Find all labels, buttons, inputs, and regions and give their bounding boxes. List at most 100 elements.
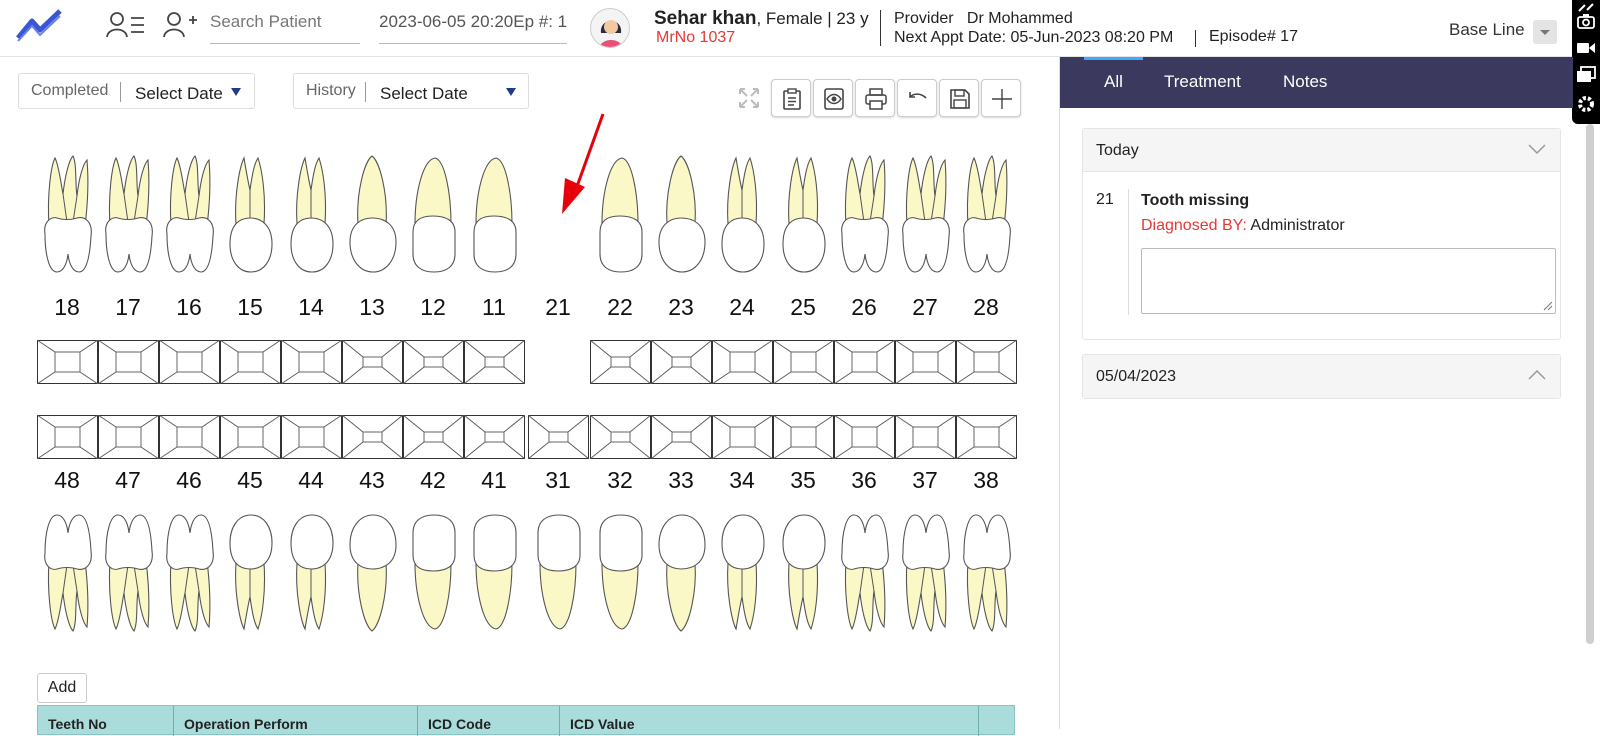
tooth-number-26[interactable]: 26 — [839, 294, 889, 321]
history-date-filter[interactable]: History Select Date — [293, 73, 529, 109]
upper-tooth-25[interactable] — [775, 154, 831, 274]
tooth-number-25[interactable]: 25 — [778, 294, 828, 321]
lower-surface-33[interactable] — [651, 415, 712, 459]
camera-icon[interactable] — [1577, 12, 1595, 30]
caret-down-icon[interactable] — [506, 88, 516, 101]
upper-tooth-23[interactable] — [653, 154, 709, 274]
upper-surface-11[interactable] — [464, 340, 525, 384]
upper-surface-18[interactable] — [37, 340, 98, 384]
column-header-icd-code[interactable]: ICD Code — [418, 706, 560, 736]
upper-surface-28[interactable] — [956, 340, 1017, 384]
completed-date-filter[interactable]: Completed Select Date — [18, 73, 255, 109]
lower-surface-46[interactable] — [159, 415, 220, 459]
tooth-number-15[interactable]: 15 — [225, 294, 275, 321]
upper-tooth-18[interactable] — [39, 154, 95, 274]
upper-tooth-28[interactable] — [958, 154, 1014, 274]
tooth-number-42[interactable]: 42 — [408, 467, 458, 494]
screenshot-icon[interactable] — [1577, 2, 1595, 12]
lower-surface-31[interactable] — [528, 415, 589, 459]
tab-all[interactable]: All — [1104, 72, 1123, 92]
lower-surface-37[interactable] — [895, 415, 956, 459]
tooth-number-14[interactable]: 14 — [286, 294, 336, 321]
lower-tooth-46[interactable] — [161, 513, 217, 633]
tooth-number-47[interactable]: 47 — [103, 467, 153, 494]
episode-field[interactable]: 2023-06-05 20:20Ep #: 1 — [379, 8, 567, 44]
lower-tooth-37[interactable] — [897, 513, 953, 633]
tooth-number-43[interactable]: 43 — [347, 467, 397, 494]
tooth-number-13[interactable]: 13 — [347, 294, 397, 321]
column-header-icd-value[interactable]: ICD Value — [560, 706, 979, 736]
lower-tooth-33[interactable] — [653, 513, 709, 633]
lower-tooth-38[interactable] — [958, 513, 1014, 633]
upper-tooth-11[interactable] — [466, 154, 522, 274]
patient-list-icon[interactable] — [106, 10, 146, 40]
resize-handle-icon[interactable] — [1543, 301, 1553, 311]
tooth-number-45[interactable]: 45 — [225, 467, 275, 494]
upper-surface-25[interactable] — [773, 340, 834, 384]
upper-surface-17[interactable] — [98, 340, 159, 384]
lower-surface-45[interactable] — [220, 415, 281, 459]
view-button[interactable] — [813, 79, 853, 117]
tooth-number-12[interactable]: 12 — [408, 294, 458, 321]
lower-surface-47[interactable] — [98, 415, 159, 459]
tooth-number-21[interactable]: 21 — [533, 294, 583, 321]
settings-gear-icon[interactable] — [1576, 94, 1596, 114]
baseline-dropdown-icon[interactable] — [1533, 20, 1557, 44]
lower-tooth-42[interactable] — [405, 513, 461, 633]
lower-surface-43[interactable] — [342, 415, 403, 459]
upper-surface-14[interactable] — [281, 340, 342, 384]
undo-button[interactable] — [897, 79, 937, 117]
save-button[interactable] — [939, 79, 979, 117]
page-scrollbar[interactable] — [1586, 124, 1594, 644]
today-card-header[interactable]: Today — [1083, 129, 1560, 172]
tooth-number-31[interactable]: 31 — [533, 467, 583, 494]
tooth-number-38[interactable]: 38 — [961, 467, 1011, 494]
upper-tooth-12[interactable] — [405, 154, 461, 274]
upper-surface-22[interactable] — [590, 340, 651, 384]
upper-tooth-13[interactable] — [344, 154, 400, 274]
tooth-number-46[interactable]: 46 — [164, 467, 214, 494]
upper-surface-12[interactable] — [403, 340, 464, 384]
lower-surface-41[interactable] — [464, 415, 525, 459]
upper-surface-15[interactable] — [220, 340, 281, 384]
lower-tooth-41[interactable] — [466, 513, 522, 633]
lower-tooth-32[interactable] — [592, 513, 648, 633]
upper-tooth-16[interactable] — [161, 154, 217, 274]
lower-surface-42[interactable] — [403, 415, 464, 459]
upper-surface-16[interactable] — [159, 340, 220, 384]
upper-surface-27[interactable] — [895, 340, 956, 384]
video-icon[interactable] — [1576, 40, 1596, 56]
expand-icon[interactable] — [738, 87, 760, 109]
tooth-number-23[interactable]: 23 — [656, 294, 706, 321]
windows-icon[interactable] — [1576, 66, 1596, 84]
tooth-number-34[interactable]: 34 — [717, 467, 767, 494]
lower-surface-32[interactable] — [590, 415, 651, 459]
tooth-number-24[interactable]: 24 — [717, 294, 767, 321]
upper-surface-23[interactable] — [651, 340, 712, 384]
tooth-number-35[interactable]: 35 — [778, 467, 828, 494]
upper-tooth-17[interactable] — [100, 154, 156, 274]
lower-tooth-43[interactable] — [344, 513, 400, 633]
lower-surface-44[interactable] — [281, 415, 342, 459]
tooth-number-28[interactable]: 28 — [961, 294, 1011, 321]
lower-surface-48[interactable] — [37, 415, 98, 459]
tooth-number-41[interactable]: 41 — [469, 467, 519, 494]
lower-tooth-48[interactable] — [39, 513, 95, 633]
tooth-number-37[interactable]: 37 — [900, 467, 950, 494]
tooth-number-27[interactable]: 27 — [900, 294, 950, 321]
tooth-number-33[interactable]: 33 — [656, 467, 706, 494]
lower-tooth-47[interactable] — [100, 513, 156, 633]
upper-tooth-24[interactable] — [714, 154, 770, 274]
history-date-value[interactable]: Select Date — [380, 84, 468, 104]
lower-surface-35[interactable] — [773, 415, 834, 459]
chevron-down-icon[interactable] — [1528, 143, 1546, 155]
lower-tooth-34[interactable] — [714, 513, 770, 633]
lower-surface-38[interactable] — [956, 415, 1017, 459]
lower-surface-36[interactable] — [834, 415, 895, 459]
app-logo-icon[interactable] — [16, 8, 62, 42]
baseline-select[interactable]: Base Line — [1449, 20, 1525, 40]
tab-notes[interactable]: Notes — [1283, 72, 1327, 92]
tooth-number-17[interactable]: 17 — [103, 294, 153, 321]
upper-tooth-14[interactable] — [283, 154, 339, 274]
caret-down-icon[interactable] — [231, 88, 241, 101]
